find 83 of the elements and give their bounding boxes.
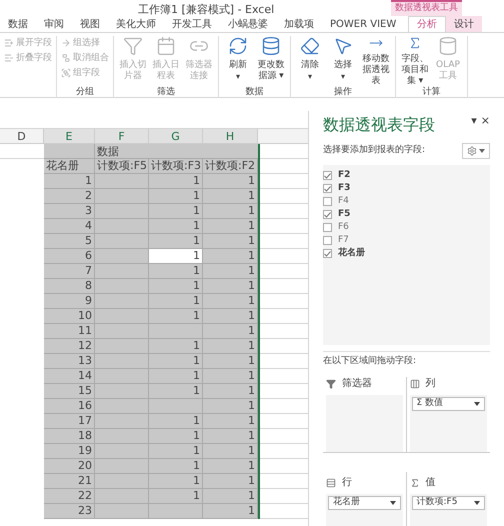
- rows-icon: [326, 478, 336, 488]
- drag-prompt: 在以下区域间拖动字段:: [323, 355, 418, 368]
- table-cell: 1: [203, 504, 258, 519]
- ribbon-button[interactable]: 选择 ▾: [328, 36, 358, 87]
- ribbon-button[interactable]: 刷新 ▾: [223, 36, 253, 87]
- group-label: 操作: [333, 87, 353, 98]
- pane-menu-button[interactable]: ▾: [471, 113, 477, 130]
- checkbox[interactable]: [323, 184, 332, 193]
- area-label: 列: [426, 377, 436, 391]
- list-minus-icon: [4, 53, 14, 63]
- group-label: 计算: [422, 87, 442, 98]
- ribbon-button[interactable]: 移动数据透视表: [361, 36, 391, 87]
- field-item[interactable]: 花名册: [323, 247, 490, 260]
- refresh-icon: [228, 36, 248, 56]
- field-item[interactable]: F6: [323, 221, 490, 234]
- checkbox[interactable]: [323, 236, 332, 245]
- ungroup-icon: [61, 53, 71, 63]
- drop-area[interactable]: Σ 数值: [410, 394, 487, 452]
- column-header[interactable]: G: [149, 129, 203, 144]
- settings-icon: [467, 146, 477, 156]
- group-label: 分组: [75, 87, 95, 98]
- eraser-icon: [300, 36, 320, 56]
- caret-icon: [390, 500, 396, 505]
- ribbon-tab[interactable]: 小蜗悬婆: [220, 16, 276, 32]
- calendar-icon: [156, 36, 176, 56]
- ribbon-tab[interactable]: 开发工具: [164, 16, 220, 32]
- area-label: 值: [426, 476, 436, 490]
- group-label: 筛选: [156, 87, 176, 98]
- checkbox[interactable]: [323, 223, 332, 232]
- ribbon-tab[interactable]: 美化大师: [108, 16, 164, 32]
- field-chip[interactable]: 花名册: [328, 496, 400, 510]
- caret-icon: [479, 149, 485, 153]
- field-item[interactable]: F3: [323, 182, 490, 195]
- ribbon-button[interactable]: 更改数据源 ▾: [256, 36, 286, 87]
- database-icon: [261, 36, 281, 56]
- drop-area[interactable]: 计数项:F5: [410, 494, 487, 526]
- checkbox[interactable]: [323, 210, 332, 219]
- field-item[interactable]: F4: [323, 195, 490, 208]
- settings-button[interactable]: [462, 143, 490, 159]
- field-chip[interactable]: Σ 数值: [412, 396, 485, 410]
- arrow-icon: [61, 38, 71, 48]
- checkbox[interactable]: [323, 171, 332, 180]
- ribbon-tab[interactable]: 视图: [72, 16, 108, 32]
- caret-icon: [474, 402, 480, 406]
- sigma-icon: [410, 478, 420, 488]
- pane-title: 数据透视表字段: [323, 114, 435, 136]
- ribbon-button[interactable]: 清除 ▾: [295, 36, 325, 87]
- field-item[interactable]: F7: [323, 234, 490, 247]
- table-cell: 1: [149, 249, 203, 264]
- area-label: 筛选器: [342, 376, 372, 391]
- context-tab-header: 数据透视表工具: [391, 0, 462, 16]
- field-chip[interactable]: 计数项:F5: [412, 496, 485, 510]
- cylinder-icon: [438, 36, 458, 56]
- window-title: 工作簿1 [兼容模式] - Excel: [138, 2, 274, 18]
- table-cell: 23: [44, 504, 95, 519]
- close-button[interactable]: ×: [480, 113, 490, 130]
- checkbox[interactable]: [323, 249, 332, 258]
- checkmark-icon: [324, 212, 331, 218]
- checkbox[interactable]: [323, 197, 332, 206]
- field-item[interactable]: F5: [323, 208, 490, 221]
- ribbon-tab[interactable]: 审阅: [36, 16, 72, 32]
- filter-icon: [123, 36, 143, 56]
- ribbon-button[interactable]: 字段、项目和集 ▾: [400, 36, 430, 87]
- ribbon-tab[interactable]: 分析: [408, 16, 446, 32]
- column-header[interactable]: H: [203, 129, 258, 144]
- group-label: 数据: [244, 87, 264, 98]
- drop-area[interactable]: 花名册: [326, 494, 402, 526]
- column-header[interactable]: F: [95, 129, 149, 144]
- ribbon-tab[interactable]: 加载项: [276, 16, 322, 32]
- list-plus-icon: [4, 38, 14, 48]
- ribbon-tab[interactable]: 数据: [0, 16, 36, 32]
- columns-icon: [410, 378, 420, 388]
- caret-icon: [474, 500, 480, 505]
- field-item[interactable]: F2: [323, 169, 490, 182]
- field-prompt: 选择要添加到报表的字段:: [323, 144, 426, 158]
- column-header[interactable]: E: [44, 129, 95, 144]
- checkmark-icon: [324, 250, 331, 256]
- group-icon: [61, 68, 71, 78]
- ribbon-tab[interactable]: POWER VIEW: [322, 16, 404, 32]
- pointer-icon: [333, 36, 353, 56]
- area-label: 行: [342, 476, 352, 490]
- filter-icon: [326, 378, 336, 388]
- ribbon-tab[interactable]: 设计: [446, 16, 482, 32]
